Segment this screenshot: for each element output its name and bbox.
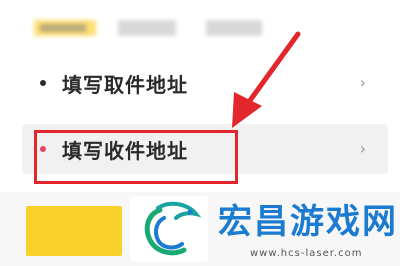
- chevron-right-icon: ›: [359, 139, 366, 158]
- delivery-address-label: 填写收件地址: [62, 138, 188, 163]
- tab-blurred-1[interactable]: [34, 20, 96, 36]
- pickup-address-label: 填写取件地址: [62, 72, 188, 97]
- tab-blurred-2[interactable]: [118, 20, 176, 36]
- delivery-address-row[interactable]: 填写收件地址 ›: [22, 124, 388, 174]
- dragon-logo-icon: [130, 196, 208, 262]
- watermark-url: www.hcs-laser.com: [250, 248, 363, 259]
- address-card: 填写取件地址 › 填写收件地址 ›: [0, 0, 400, 192]
- yellow-action-button[interactable]: [26, 206, 122, 256]
- watermark-title: 宏昌游戏网: [218, 202, 398, 242]
- watermark: 宏昌游戏网 www.hcs-laser.com: [130, 194, 400, 266]
- bullet-dot: [40, 146, 46, 152]
- tab-blurred-3[interactable]: [206, 20, 262, 36]
- bullet-dot: [40, 80, 46, 86]
- chevron-right-icon: ›: [359, 73, 366, 92]
- page: 填写取件地址 › 填写收件地址 › 宏昌游戏网 www.hcs-laser.co…: [0, 0, 400, 266]
- pickup-address-row[interactable]: 填写取件地址 ›: [22, 58, 388, 108]
